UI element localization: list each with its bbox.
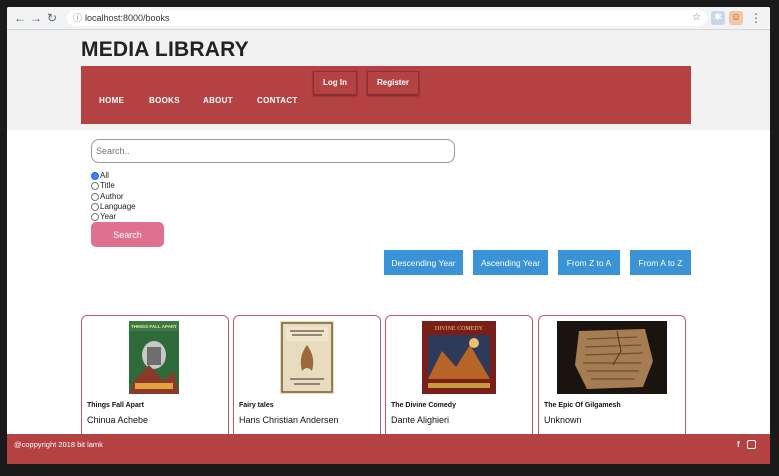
book-author: Hans Christian Andersen bbox=[239, 415, 339, 425]
radio-icon[interactable] bbox=[91, 181, 99, 190]
nav-contact[interactable]: CONTACT bbox=[257, 96, 298, 105]
book-card[interactable]: DIVINE COMEDY The Divine Comedy Dante Al… bbox=[385, 315, 533, 439]
book-cover-image[interactable]: THINGS FALL APART bbox=[129, 321, 179, 394]
book-title: Things Fall Apart bbox=[87, 402, 144, 409]
svg-text:THINGS FALL APART: THINGS FALL APART bbox=[131, 324, 177, 329]
header-area: MEDIA LIBRARY HOME BOOKS ABOUT CONTACT L… bbox=[7, 30, 770, 130]
nav-books[interactable]: BOOKS bbox=[149, 96, 180, 105]
nav-home[interactable]: HOME bbox=[99, 96, 124, 105]
filter-author[interactable]: Author bbox=[91, 192, 124, 202]
book-author: Unknown bbox=[544, 415, 582, 425]
book-author: Chinua Achebe bbox=[87, 415, 149, 425]
filter-language[interactable]: Language bbox=[91, 202, 136, 212]
forward-arrow-icon[interactable]: → bbox=[29, 11, 43, 25]
copyright-text: @coppyright 2018 bit lamk bbox=[14, 440, 103, 449]
sort-descending-year-button[interactable]: Descending Year bbox=[384, 250, 463, 275]
sort-z-to-a-button[interactable]: From Z to A bbox=[558, 250, 620, 275]
profile-avatar-icon[interactable]: ☺ bbox=[729, 11, 743, 25]
register-button[interactable]: Register bbox=[367, 71, 419, 95]
sort-a-to-z-button[interactable]: From A to Z bbox=[630, 250, 691, 275]
book-cover-image[interactable] bbox=[280, 321, 334, 394]
filter-title[interactable]: Title bbox=[91, 181, 115, 191]
radio-icon[interactable] bbox=[91, 171, 99, 180]
book-card[interactable]: THINGS FALL APART Things Fall Apart Chin… bbox=[81, 315, 229, 439]
filter-all[interactable]: All bbox=[91, 171, 109, 181]
login-button[interactable]: Log In bbox=[313, 71, 357, 95]
search-button[interactable]: Search bbox=[91, 222, 164, 247]
book-title: The Epic Of Gilgamesh bbox=[544, 402, 621, 409]
url-text: localhost:8000/books bbox=[85, 13, 170, 23]
svg-text:DIVINE COMEDY: DIVINE COMEDY bbox=[435, 326, 484, 332]
book-title: Fairy tales bbox=[239, 402, 274, 409]
site-title: MEDIA LIBRARY bbox=[81, 38, 249, 61]
book-cover-image[interactable]: DIVINE COMEDY bbox=[422, 321, 496, 394]
radio-icon[interactable] bbox=[91, 212, 99, 221]
book-card[interactable]: Fairy tales Hans Christian Andersen bbox=[233, 315, 381, 439]
book-author: Dante Alighieri bbox=[391, 415, 450, 425]
info-icon[interactable]: ⓘ bbox=[73, 10, 82, 26]
filter-year[interactable]: Year bbox=[91, 212, 116, 222]
radio-icon[interactable] bbox=[91, 192, 99, 201]
nav-about[interactable]: ABOUT bbox=[203, 96, 233, 105]
browser-window: ← → ↻ ⓘ localhost:8000/books ☆ ✱ ☺ ⋮ MED… bbox=[7, 7, 770, 464]
instagram-icon[interactable] bbox=[747, 440, 756, 449]
sort-ascending-year-button[interactable]: Ascending Year bbox=[473, 250, 548, 275]
browser-toolbar: ← → ↻ ⓘ localhost:8000/books ☆ ✱ ☺ ⋮ bbox=[7, 7, 770, 30]
book-cover-image[interactable] bbox=[557, 321, 667, 394]
book-card[interactable]: The Epic Of Gilgamesh Unknown bbox=[538, 315, 686, 439]
reload-icon[interactable]: ↻ bbox=[45, 11, 59, 25]
book-title: The Divine Comedy bbox=[391, 402, 456, 409]
address-bar[interactable]: ⓘ localhost:8000/books ☆ bbox=[67, 10, 707, 26]
navbar: HOME BOOKS ABOUT CONTACT Log In Register bbox=[81, 66, 691, 124]
footer: @coppyright 2018 bit lamk f bbox=[7, 434, 770, 464]
bookmark-star-icon[interactable]: ☆ bbox=[692, 10, 701, 26]
extension-icon[interactable]: ✱ bbox=[711, 11, 725, 25]
back-arrow-icon[interactable]: ← bbox=[13, 11, 27, 25]
search-input[interactable] bbox=[91, 139, 455, 163]
facebook-icon[interactable]: f bbox=[737, 440, 740, 449]
menu-dots-icon[interactable]: ⋮ bbox=[749, 11, 763, 25]
radio-icon[interactable] bbox=[91, 202, 99, 211]
